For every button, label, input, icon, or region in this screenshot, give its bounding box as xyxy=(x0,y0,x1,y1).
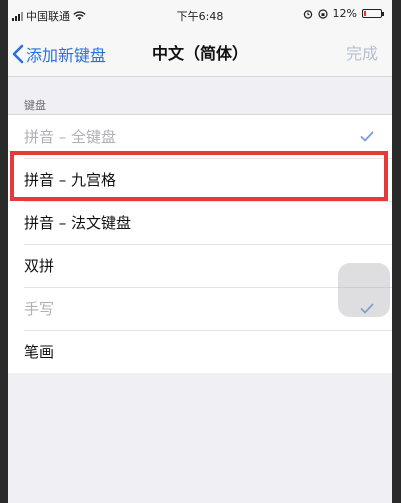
chevron-left-icon xyxy=(12,44,24,64)
navigation-bar: 添加新键盘 中文（简体） 完成 xyxy=(8,32,392,77)
done-button[interactable]: 完成 xyxy=(346,32,378,76)
battery-percent: 12% xyxy=(332,7,357,20)
battery-fill xyxy=(364,11,366,16)
back-button[interactable]: 添加新键盘 xyxy=(12,32,106,76)
back-button-label: 添加新键盘 xyxy=(26,46,107,65)
option-label: 手写 xyxy=(24,300,55,318)
rotation-lock-icon xyxy=(317,8,328,19)
option-label: 拼音 – 全键盘 xyxy=(24,128,117,146)
keyboard-option-pinyin-qwerty[interactable]: 拼音 – 全键盘 xyxy=(8,115,392,158)
status-right: 12% xyxy=(303,7,384,20)
option-label: 双拼 xyxy=(24,257,55,275)
keyboard-option-pinyin-9key[interactable]: 拼音 – 九宫格 xyxy=(8,158,392,201)
phone-screen: 中国联通 下午6:48 12% 添加新键盘 中文（简体） 完成 键盘 拼音 – … xyxy=(8,0,392,503)
keyboard-option-handwriting[interactable]: 手写 xyxy=(8,287,392,330)
option-label: 拼音 – 法文键盘 xyxy=(24,214,132,232)
checkmark-icon xyxy=(360,115,374,158)
keyboard-list: 拼音 – 全键盘 拼音 – 九宫格 拼音 – 法文键盘 双拼 手写 笔画 xyxy=(8,114,392,373)
keyboard-option-pinyin-french[interactable]: 拼音 – 法文键盘 xyxy=(8,201,392,244)
assistive-touch-button[interactable] xyxy=(338,263,390,317)
alarm-icon xyxy=(303,9,312,19)
battery-icon xyxy=(362,9,384,18)
status-bar: 中国联通 下午6:48 12% xyxy=(8,0,392,32)
option-label: 拼音 – 九宫格 xyxy=(24,171,117,189)
keyboard-option-stroke[interactable]: 笔画 xyxy=(8,330,392,373)
option-label: 笔画 xyxy=(24,343,55,361)
keyboard-option-shuangpin[interactable]: 双拼 xyxy=(8,244,392,287)
section-header: 键盘 xyxy=(24,99,46,112)
